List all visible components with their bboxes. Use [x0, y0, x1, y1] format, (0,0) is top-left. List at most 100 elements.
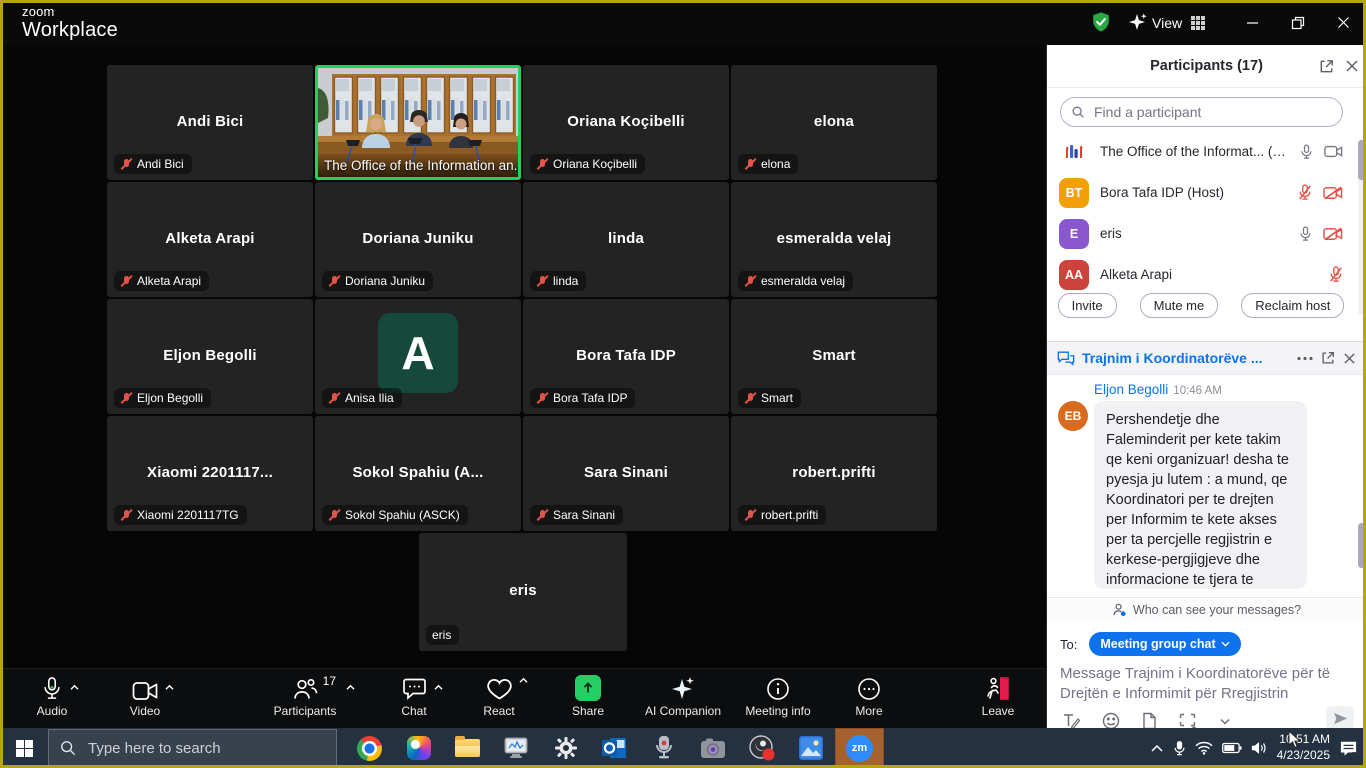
- send-message-button[interactable]: [1326, 706, 1354, 730]
- windows-logo-icon: [16, 740, 33, 757]
- ai-companion-sparkle-icon[interactable]: [1125, 9, 1151, 35]
- meeting-group-chat-selector[interactable]: Meeting group chat: [1089, 632, 1240, 656]
- participant-display-name: Sokol Spahiu (A...: [315, 464, 521, 481]
- zoom-app-icon[interactable]: zm: [835, 728, 884, 768]
- participant-row[interactable]: BT Bora Tafa IDP (Host): [1047, 172, 1355, 213]
- tile-label: Oriana Koçibelli: [530, 154, 645, 174]
- video-tile[interactable]: Andi Bici Andi Bici: [107, 65, 313, 180]
- screen-recorder-icon[interactable]: [492, 728, 541, 768]
- format-text-icon[interactable]: [1062, 713, 1080, 730]
- chat-more-icon[interactable]: [1297, 356, 1313, 361]
- participants-scrollbar-thumb[interactable]: [1358, 140, 1365, 180]
- participant-display-name: Bora Tafa IDP: [523, 347, 729, 364]
- restore-button[interactable]: [1275, 0, 1321, 45]
- share-button[interactable]: Share: [543, 675, 633, 718]
- view-button[interactable]: View: [1152, 0, 1206, 45]
- video-tile[interactable]: Smart Smart: [731, 299, 937, 414]
- voice-recorder-icon[interactable]: [639, 728, 688, 768]
- speaker-icon[interactable]: [1251, 741, 1268, 755]
- chat-panel: Trajnim i Koordinatorëve ... Eljon Begol…: [1047, 341, 1366, 729]
- outlook-icon[interactable]: [590, 728, 639, 768]
- video-tile[interactable]: eris eris: [419, 533, 627, 651]
- video-tile[interactable]: esmeralda velaj esmeralda velaj: [731, 182, 937, 297]
- obs-recording-icon[interactable]: [737, 728, 786, 768]
- more-button[interactable]: More: [824, 675, 914, 718]
- participants-button[interactable]: 17 Participants: [260, 675, 350, 718]
- chevron-down-icon[interactable]: [1220, 718, 1230, 725]
- close-window-button[interactable]: [1320, 0, 1366, 45]
- chat-input[interactable]: Message Trajnim i Koordinatorëve për të …: [1060, 664, 1350, 705]
- leave-button[interactable]: Leave: [953, 675, 1043, 718]
- participant-row[interactable]: The Office of the Informat... (Me): [1047, 131, 1355, 172]
- settings-gear-icon[interactable]: [541, 728, 590, 768]
- participant-name: eris: [1100, 226, 1288, 241]
- meeting-info-button[interactable]: Meeting info: [733, 675, 823, 718]
- participants-options-chevron[interactable]: [345, 684, 356, 691]
- chat-options-chevron[interactable]: [433, 684, 444, 691]
- participant-search-input[interactable]: [1092, 103, 1332, 121]
- chat-privacy-note[interactable]: Who can see your messages?: [1047, 597, 1366, 621]
- camera-off-icon: [1323, 186, 1343, 200]
- screenshot-icon[interactable]: [1179, 713, 1198, 730]
- file-explorer-icon[interactable]: [443, 728, 492, 768]
- logo-workplace-text: Workplace: [22, 20, 118, 40]
- react-options-chevron[interactable]: [518, 677, 529, 684]
- video-tile[interactable]: Alketa Arapi Alketa Arapi: [107, 182, 313, 297]
- participant-row[interactable]: AA Alketa Arapi: [1047, 254, 1355, 295]
- chat-close-icon[interactable]: [1343, 352, 1356, 365]
- video-tile[interactable]: Bora Tafa IDP Bora Tafa IDP: [523, 299, 729, 414]
- grid-view-icon: [1190, 15, 1206, 31]
- tile-label: eris: [426, 625, 459, 645]
- invite-button[interactable]: Invite: [1058, 293, 1117, 318]
- active-speaker-video-tile[interactable]: The Office of the Information an...: [315, 65, 521, 180]
- security-shield-icon[interactable]: [1088, 9, 1114, 35]
- mute-me-button[interactable]: Mute me: [1140, 293, 1219, 318]
- muted-mic-icon: [744, 275, 756, 288]
- video-tile[interactable]: robert.prifti robert.prifti: [731, 416, 937, 531]
- privacy-person-icon: [1112, 603, 1127, 617]
- close-participants-icon[interactable]: [1341, 55, 1363, 77]
- video-tile[interactable]: linda linda: [523, 182, 729, 297]
- chat-button[interactable]: Chat: [369, 675, 459, 718]
- audio-button[interactable]: Audio: [7, 675, 97, 718]
- chat-messages[interactable]: Eljon Begolli10:46 AM EB Pershendetje dh…: [1047, 375, 1366, 597]
- copilot-icon[interactable]: [394, 728, 443, 768]
- video-tile[interactable]: Xiaomi 2201117... Xiaomi 2201117TG: [107, 416, 313, 531]
- video-tile[interactable]: Doriana Juniku Doriana Juniku: [315, 182, 521, 297]
- tile-label: Andi Bici: [114, 154, 192, 174]
- video-tile[interactable]: Eljon Begolli Eljon Begolli: [107, 299, 313, 414]
- audio-options-chevron[interactable]: [69, 684, 80, 691]
- camera-app-icon[interactable]: [688, 728, 737, 768]
- tile-label: Doriana Juniku: [322, 271, 433, 291]
- start-button[interactable]: [0, 728, 48, 768]
- photos-icon[interactable]: [786, 728, 835, 768]
- video-tile[interactable]: A Anisa Ilia: [315, 299, 521, 414]
- reclaim-host-button[interactable]: Reclaim host: [1241, 293, 1344, 318]
- video-tile[interactable]: Sokol Spahiu (A... Sokol Spahiu (ASCK): [315, 416, 521, 531]
- participant-search[interactable]: [1060, 97, 1343, 127]
- wifi-icon[interactable]: [1195, 741, 1213, 755]
- zoom-titlebar: zoom Workplace View: [0, 0, 1366, 45]
- muted-mic-icon: [536, 509, 548, 522]
- video-tile[interactable]: Sara Sinani Sara Sinani: [523, 416, 729, 531]
- chat-scrollbar-thumb[interactable]: [1358, 523, 1365, 568]
- taskbar-search-input[interactable]: [86, 739, 325, 758]
- chrome-icon[interactable]: [345, 728, 394, 768]
- popout-icon[interactable]: [1315, 55, 1337, 77]
- video-tile[interactable]: Oriana Koçibelli Oriana Koçibelli: [523, 65, 729, 180]
- taskbar-search[interactable]: [48, 729, 337, 767]
- chat-popout-icon[interactable]: [1320, 350, 1336, 366]
- participant-row[interactable]: E eris: [1047, 213, 1355, 254]
- battery-icon[interactable]: [1222, 742, 1242, 754]
- leave-meeting-icon: [985, 676, 1011, 701]
- hidden-icons-chevron[interactable]: [1150, 744, 1164, 753]
- minimize-button[interactable]: [1229, 0, 1275, 45]
- action-center-icon[interactable]: [1339, 740, 1358, 757]
- ai-companion-button[interactable]: AI Companion: [638, 675, 728, 718]
- react-button[interactable]: React: [454, 675, 544, 718]
- video-options-chevron[interactable]: [164, 684, 175, 691]
- video-button[interactable]: Video: [100, 675, 190, 718]
- tray-mic-icon[interactable]: [1173, 740, 1186, 757]
- video-tile[interactable]: elona elona: [731, 65, 937, 180]
- participant-display-name: Doriana Juniku: [315, 230, 521, 247]
